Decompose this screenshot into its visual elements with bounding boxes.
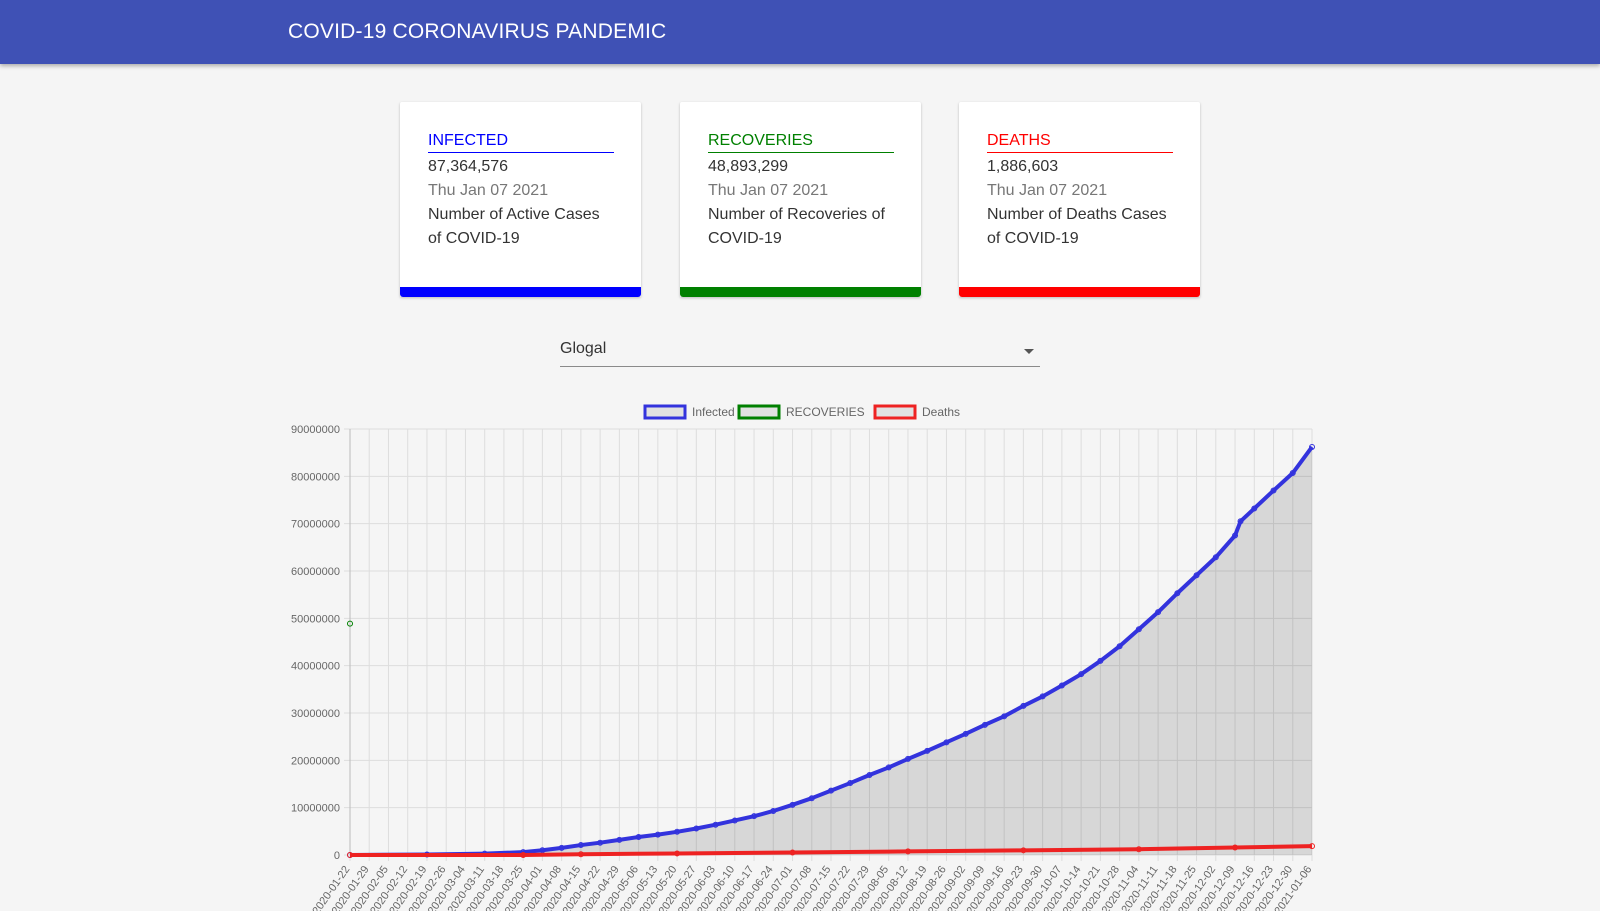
y-tick-label: 30000000	[291, 708, 340, 720]
card-date: Thu Jan 07 2021	[428, 182, 549, 199]
legend-swatch	[643, 404, 687, 420]
y-tick-label: 80000000	[291, 471, 340, 483]
app-bar: COVID-19 CORONAVIRUS PANDEMIC	[0, 0, 1600, 64]
country-select-value: Glogal	[560, 340, 607, 357]
y-tick-label: 90000000	[291, 424, 340, 436]
legend-label: Deaths	[922, 405, 960, 419]
legend-label: RECOVERIES	[786, 405, 865, 419]
y-tick-label: 20000000	[291, 755, 340, 767]
card-date: Thu Jan 07 2021	[708, 182, 829, 199]
legend-label: Infected	[692, 405, 735, 419]
card-description: Number of Active Cases of COVID-19	[428, 206, 600, 247]
app-title: COVID-19 CORONAVIRUS PANDEMIC	[288, 20, 667, 43]
cases-line-chart: 0 10000000 20000000 30000000 40000000 5000000…	[291, 404, 1315, 911]
card-value: 48,893,299	[708, 158, 789, 175]
country-select[interactable]: Glogal	[560, 336, 1040, 367]
card-title: DEATHS	[987, 132, 1173, 153]
card-color-bar	[680, 287, 921, 297]
card-title: RECOVERIES	[708, 132, 894, 153]
y-tick-label: 70000000	[291, 519, 340, 531]
card-value: 87,364,576	[428, 158, 509, 175]
y-tick-label: 0	[334, 850, 340, 862]
y-tick-label: 60000000	[291, 566, 340, 578]
deaths-card: DEATHS 1,886,603 Thu Jan 07 2021 Number …	[959, 102, 1200, 297]
card-color-bar	[959, 287, 1200, 297]
card-date: Thu Jan 07 2021	[987, 182, 1108, 199]
card-value: 1,886,603	[987, 158, 1059, 175]
dropdown-arrow-icon	[1024, 349, 1034, 354]
card-description: Number of Deaths Cases of COVID-19	[987, 206, 1167, 247]
legend-swatch	[737, 404, 781, 420]
legend-swatch	[873, 404, 917, 420]
y-tick-label: 40000000	[291, 661, 340, 673]
card-color-bar	[400, 287, 641, 297]
infected-card: INFECTED 87,364,576 Thu Jan 07 2021 Numb…	[400, 102, 641, 297]
y-tick-label: 50000000	[291, 613, 340, 625]
recoveries-card: RECOVERIES 48,893,299 Thu Jan 07 2021 Nu…	[680, 102, 921, 297]
card-description: Number of Recoveries of COVID-19	[708, 206, 885, 247]
y-tick-label: 10000000	[291, 803, 340, 815]
card-title: INFECTED	[428, 132, 614, 153]
